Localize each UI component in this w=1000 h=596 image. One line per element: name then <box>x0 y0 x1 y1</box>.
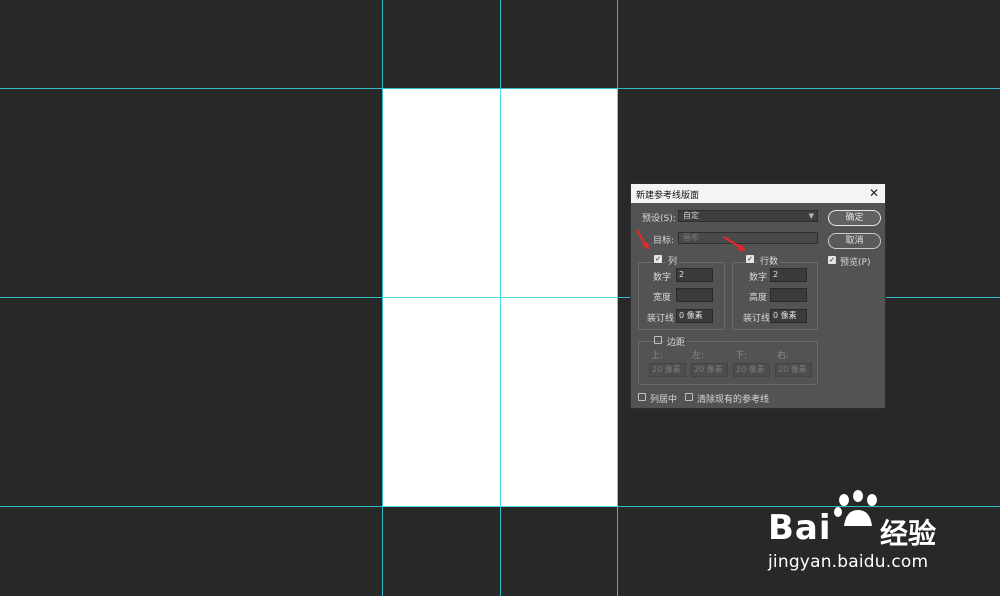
preset-value: 自定 <box>683 211 699 220</box>
margin-checkbox[interactable] <box>654 336 662 344</box>
annotation-arrow-icon <box>636 229 649 250</box>
guide-line-horizontal[interactable] <box>0 88 1000 89</box>
paw-logo-icon <box>834 490 877 526</box>
margin-left-input: 20 像素 <box>691 363 728 377</box>
margin-top-label: 上: <box>651 351 664 361</box>
target-select: 画布 <box>678 232 818 244</box>
margin-left-label: 左: <box>692 351 705 361</box>
margin-right-input: 20 像素 <box>775 363 812 377</box>
rows-number-label: 数字 <box>749 273 768 283</box>
rows-number-input[interactable]: 2 <box>770 268 807 282</box>
new-guide-layout-dialog: 新建参考线版面 ✕ 预设(S): 自定 ▼ 目标: 画布 确定 取消 ✓ 预览(… <box>630 183 886 409</box>
columns-number-label: 数字 <box>653 273 672 283</box>
columns-width-label: 宽度 <box>653 293 672 303</box>
center-columns-label: 列居中 <box>650 395 678 405</box>
columns-number-input[interactable]: 2 <box>676 268 713 282</box>
preset-select[interactable]: 自定 ▼ <box>678 210 818 222</box>
cancel-button[interactable]: 取消 <box>828 233 881 249</box>
rows-gutter-label: 装订线 <box>743 314 771 324</box>
rows-height-input[interactable] <box>770 288 807 302</box>
clear-guides-label: 清除现有的参考线 <box>697 395 770 405</box>
center-columns-checkbox[interactable] <box>638 393 646 401</box>
preview-label: 预览(P) <box>840 258 871 268</box>
rows-gutter-input[interactable]: 0 像素 <box>770 309 807 323</box>
watermark-url: jingyan.baidu.com <box>768 552 929 572</box>
watermark-brand: Bai <box>768 508 832 548</box>
margin-right-label: 右: <box>777 351 790 361</box>
dialog-titlebar[interactable]: 新建参考线版面 ✕ <box>631 184 885 203</box>
columns-width-input[interactable] <box>676 288 713 302</box>
target-label: 目标: <box>653 236 675 246</box>
target-value: 画布 <box>683 233 699 242</box>
clear-guides-checkbox[interactable] <box>685 393 693 401</box>
rows-checkbox[interactable]: ✓ <box>746 255 754 263</box>
rows-label: 行数 <box>758 254 781 267</box>
columns-checkbox[interactable]: ✓ <box>654 255 662 263</box>
annotation-arrow-icon <box>723 236 746 251</box>
ok-button[interactable]: 确定 <box>828 210 881 226</box>
margin-top-input: 20 像素 <box>649 363 686 377</box>
margin-bottom-input: 20 像素 <box>733 363 770 377</box>
margin-label: 边距 <box>665 335 688 348</box>
rows-height-label: 高度 <box>749 293 768 303</box>
columns-label: 列 <box>666 254 680 267</box>
margin-bottom-label: 下: <box>735 351 748 361</box>
baidu-jingyan-watermark: Bai 经验 jingyan.baidu.com <box>768 490 968 580</box>
chevron-down-icon: ▼ <box>808 212 814 220</box>
dialog-title: 新建参考线版面 <box>636 191 700 201</box>
columns-gutter-input[interactable]: 0 像素 <box>676 309 713 323</box>
watermark-brand-suffix: 经验 <box>880 517 937 550</box>
preset-label: 预设(S): <box>642 214 676 224</box>
close-icon[interactable]: ✕ <box>867 186 881 200</box>
columns-gutter-label: 装订线 <box>647 314 675 324</box>
preview-checkbox[interactable]: ✓ <box>828 256 836 264</box>
